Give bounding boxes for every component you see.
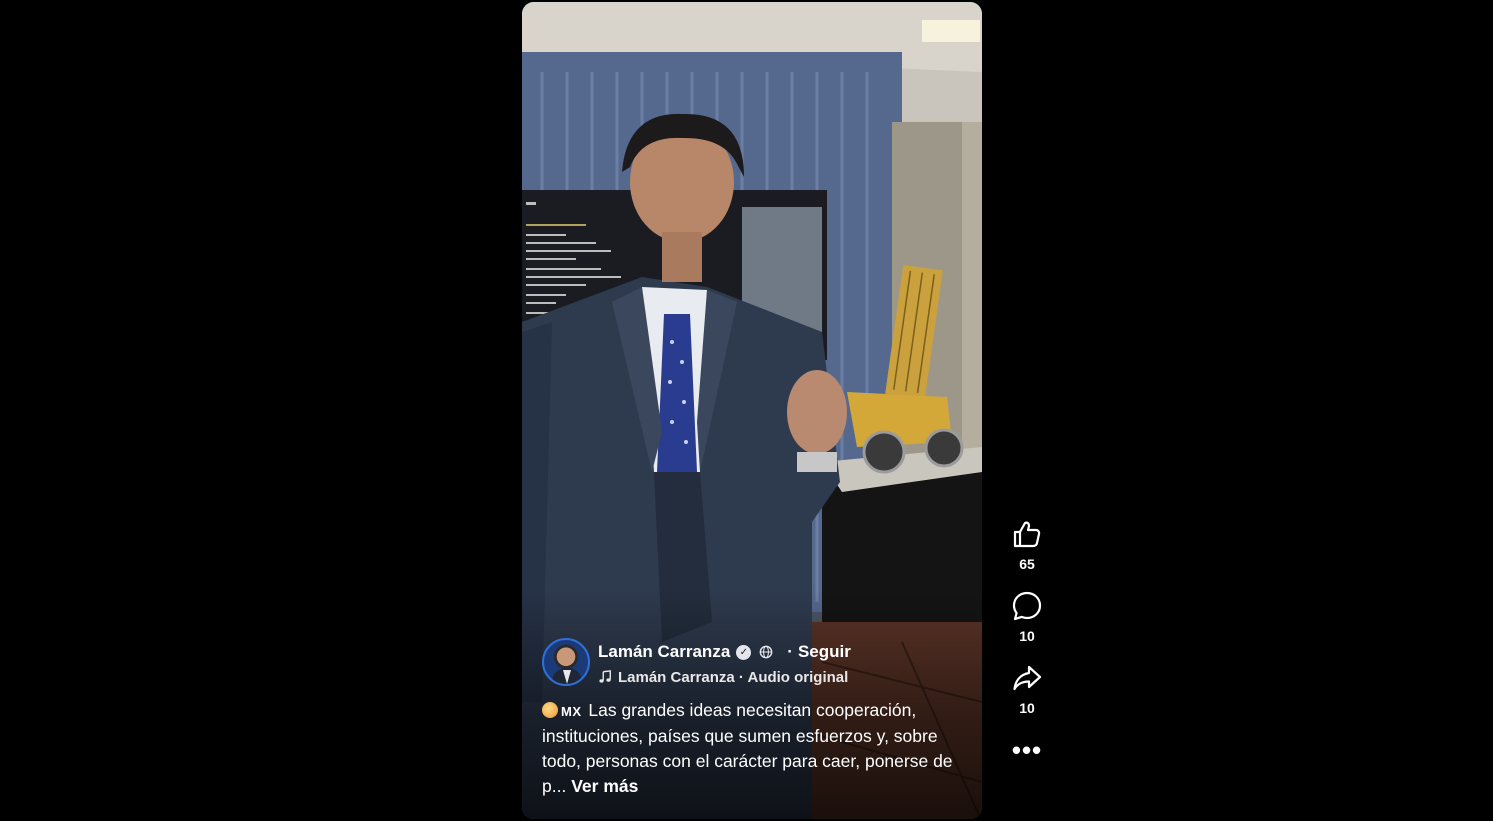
country-code: MX bbox=[561, 704, 582, 719]
avatar[interactable] bbox=[542, 638, 590, 686]
comment-count: 10 bbox=[1019, 628, 1035, 644]
thumbs-up-icon bbox=[1013, 521, 1041, 548]
like-button[interactable]: 65 bbox=[1011, 518, 1043, 572]
flag-icon bbox=[542, 702, 558, 718]
share-button[interactable]: 10 bbox=[1011, 662, 1043, 716]
more-options-button[interactable]: ••• bbox=[1012, 737, 1042, 763]
verified-badge-icon: ✓ bbox=[736, 644, 752, 660]
like-count: 65 bbox=[1019, 556, 1035, 572]
post-caption: MX Las grandes ideas necesitan cooperaci… bbox=[542, 698, 966, 799]
share-count: 10 bbox=[1019, 700, 1035, 716]
reels-viewer: Lamán Carranza ✓ · Seguir Lamán Carranza… bbox=[0, 0, 1493, 821]
author-details: Lamán Carranza ✓ · Seguir Lamán Carranza… bbox=[598, 638, 851, 688]
separator-dot: · bbox=[787, 642, 793, 661]
music-note-icon bbox=[599, 670, 611, 683]
reel-actions: 65 10 10 ••• bbox=[1003, 518, 1051, 763]
comment-bubble-icon bbox=[1012, 591, 1042, 621]
author-name-row: Lamán Carranza ✓ · Seguir bbox=[598, 640, 851, 664]
share-arrow-icon bbox=[1013, 665, 1042, 691]
follow-button[interactable]: Seguir bbox=[798, 642, 851, 662]
globe-icon bbox=[759, 645, 773, 659]
author-name[interactable]: Lamán Carranza bbox=[598, 642, 730, 662]
post-author: Lamán Carranza ✓ · Seguir Lamán Carranza… bbox=[542, 638, 851, 688]
audio-label: Lamán Carranza · Audio original bbox=[618, 668, 849, 686]
audio-row[interactable]: Lamán Carranza · Audio original bbox=[598, 666, 851, 688]
video-player[interactable]: Lamán Carranza ✓ · Seguir Lamán Carranza… bbox=[522, 2, 982, 819]
see-more-link[interactable]: Ver más bbox=[571, 776, 638, 796]
comment-button[interactable]: 10 bbox=[1011, 590, 1043, 644]
